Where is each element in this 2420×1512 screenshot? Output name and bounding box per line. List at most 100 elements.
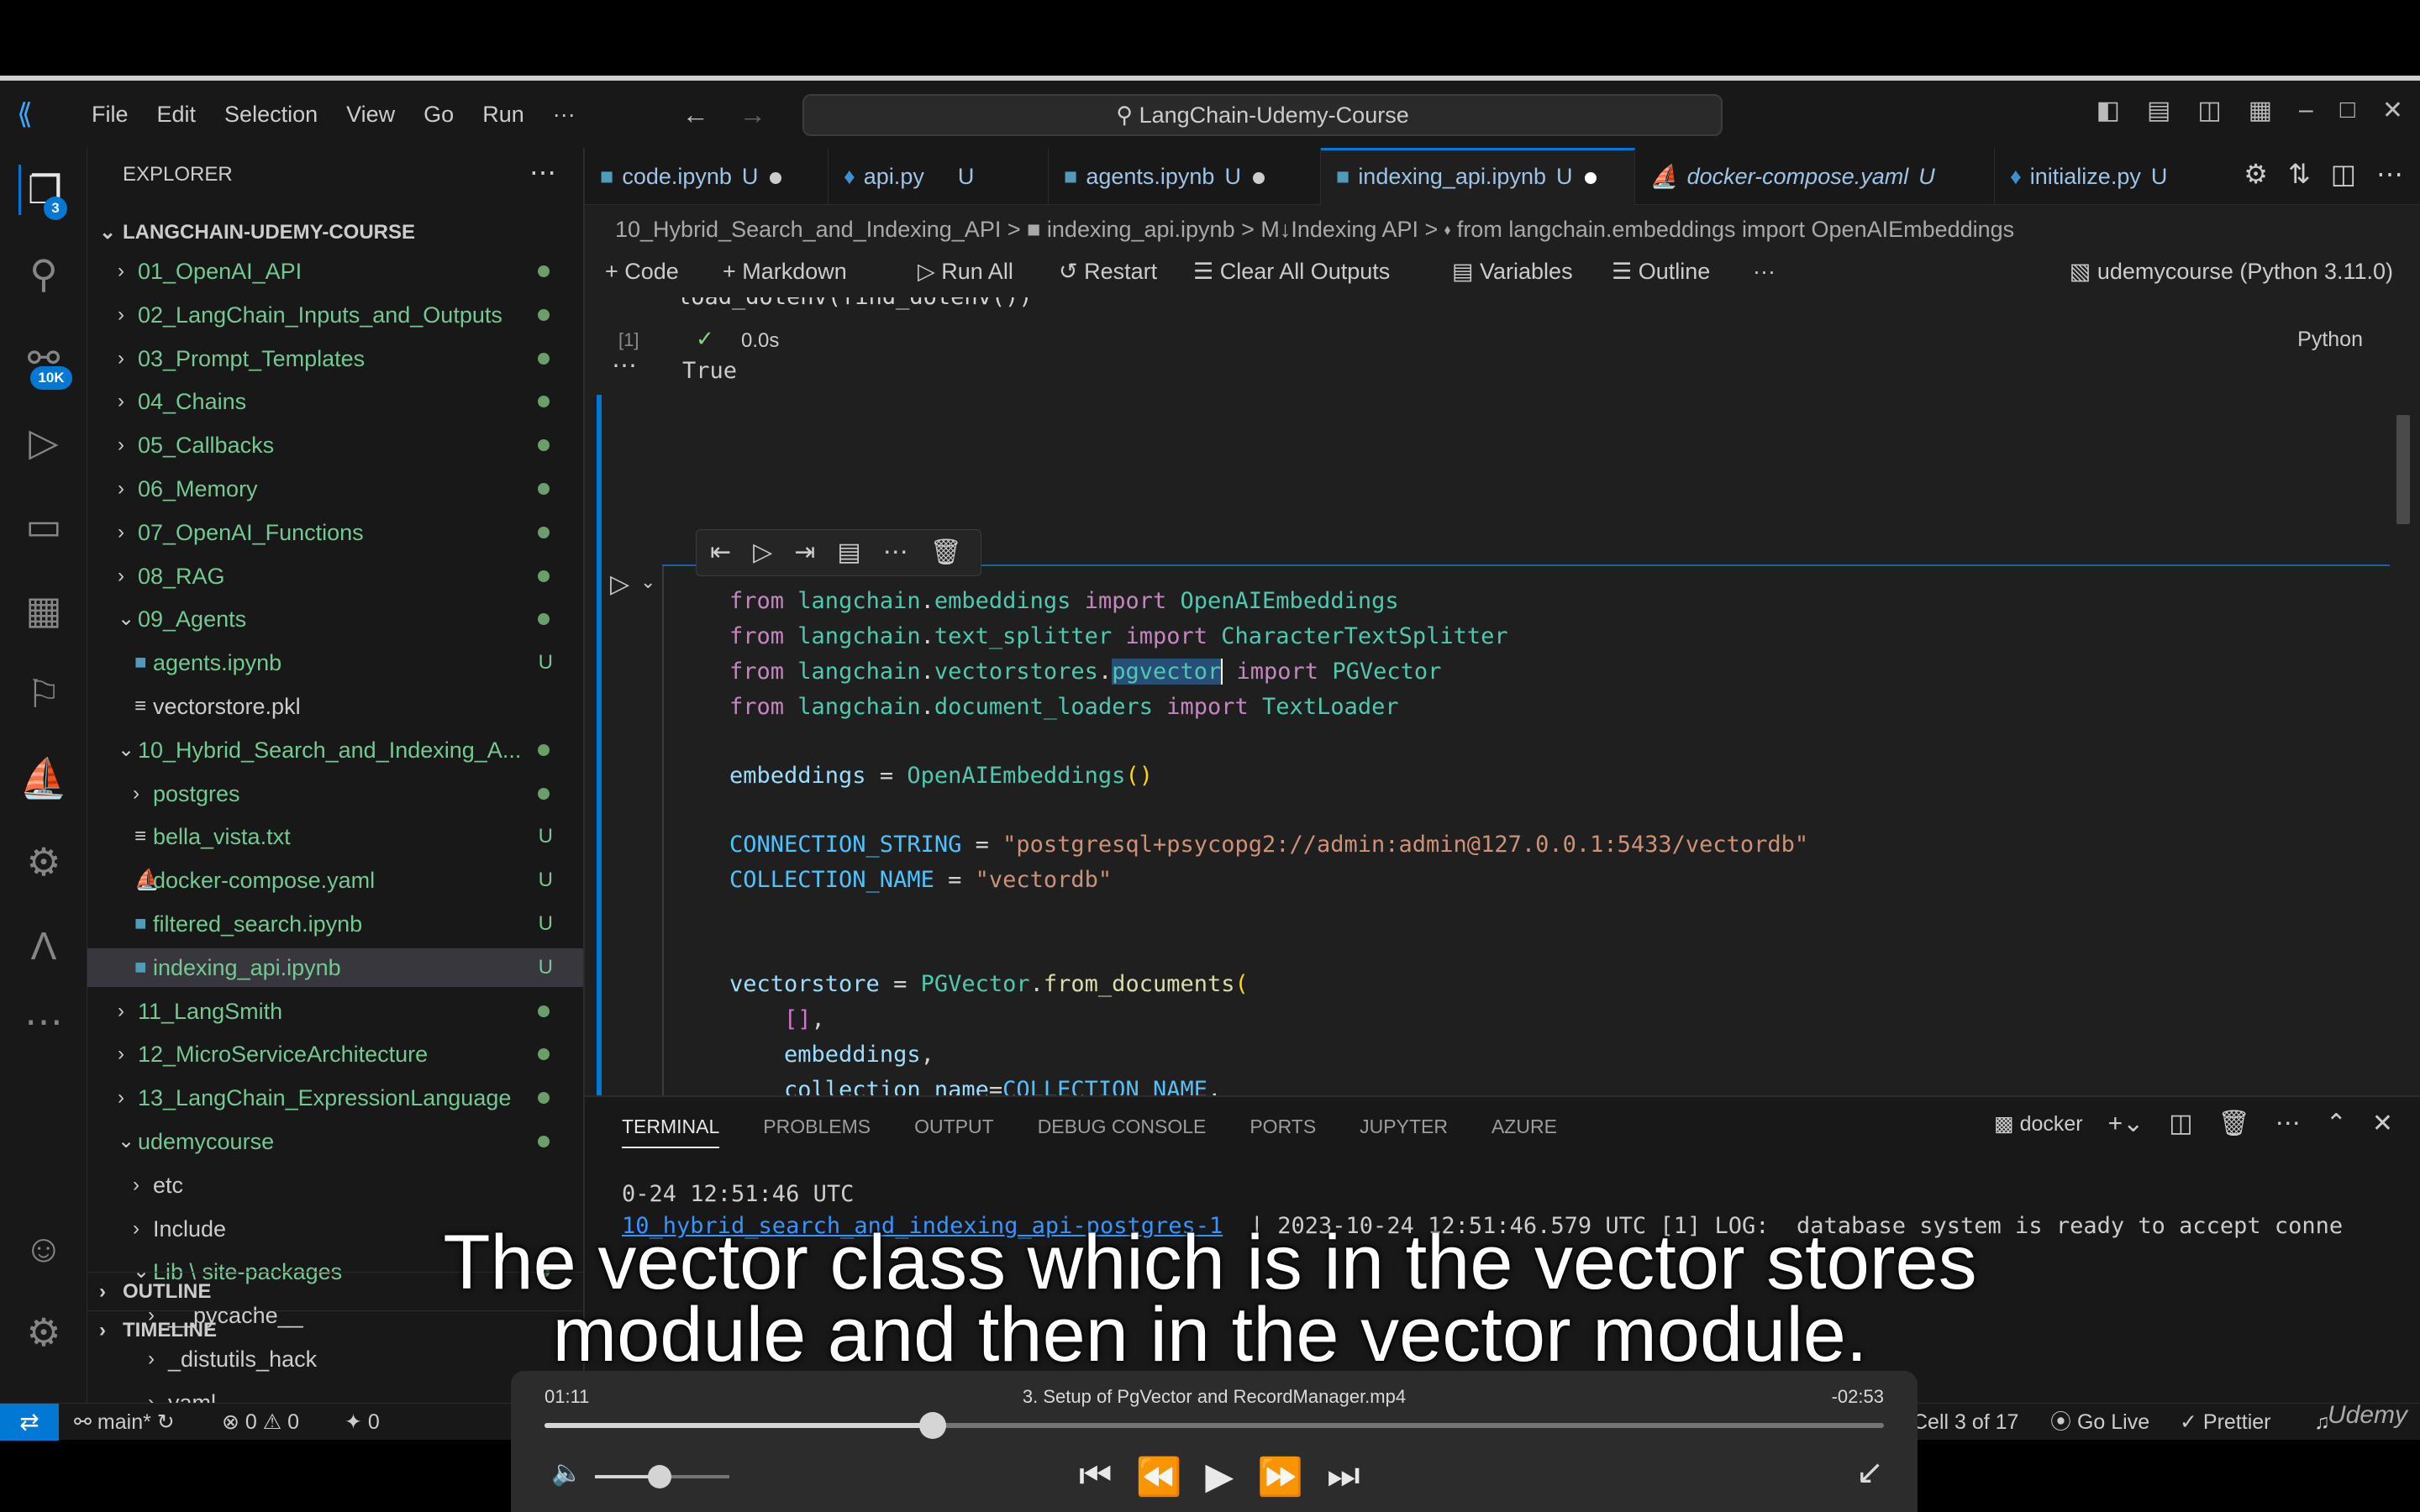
run-cell-toolbar-icon[interactable]: ▷ [753, 530, 772, 575]
more-views-icon[interactable]: ⋯ [18, 996, 69, 1047]
progress-knob[interactable] [919, 1412, 947, 1439]
delete-cell-icon[interactable]: 🗑 [930, 530, 962, 575]
tree-item[interactable]: ≡ vectorstore.pkl [87, 687, 583, 726]
cell-indicator[interactable]: Cell 3 of 17 [1912, 1404, 2018, 1441]
close-window-icon[interactable]: ✕ [2382, 96, 2403, 125]
run-below-icon[interactable]: ⇥ [794, 530, 815, 575]
menu-file[interactable]: File [77, 102, 143, 128]
toggle-sidebar-icon[interactable]: ◧ [2096, 96, 2120, 125]
azure-icon[interactable]: Λ [18, 921, 69, 971]
tree-item[interactable]: ⛵ docker-compose.yaml U [87, 861, 583, 900]
outline-button[interactable]: ☰ Outline [1612, 259, 1710, 285]
workspace-root[interactable]: ⌄ LANGCHAIN-UDEMY-COURSE [87, 213, 583, 252]
search-sidebar-icon[interactable]: ⚲ [18, 249, 69, 299]
toggle-secondary-sidebar-icon[interactable]: ◫ [2197, 96, 2221, 125]
tab-indexing-api-ipynb[interactable]: ■ indexing_api.ipynb U [1321, 148, 1635, 205]
toolbar-more-button[interactable]: ··· [1753, 259, 1776, 285]
skip-previous-icon[interactable]: ⏮ [1079, 1455, 1113, 1499]
tree-item[interactable]: ■ agents.ipynb U [87, 643, 583, 682]
tree-item[interactable]: › 13_LangChain_ExpressionLanguage [87, 1079, 583, 1117]
customize-layout-icon[interactable]: ▦ [2249, 96, 2272, 125]
explorer-more-icon[interactable]: ⋯ [529, 156, 556, 188]
run-cell-icon[interactable]: ▷ [610, 570, 629, 599]
remote-explorer-icon[interactable]: ▭ [18, 501, 69, 551]
new-terminal-icon[interactable]: +⌄ [2108, 1109, 2144, 1139]
tab-agents-ipynb[interactable]: ■ agents.ipynb U [1049, 148, 1321, 205]
output-more-icon[interactable]: ⋯ [612, 351, 637, 381]
kubernetes-icon[interactable]: ⚙ [18, 837, 69, 887]
maximize-panel-icon[interactable]: ⌃ [2326, 1109, 2347, 1139]
tab-initialize-py[interactable]: ♦ initialize.py U [1995, 148, 2205, 205]
tree-item[interactable]: ⌄ 10_Hybrid_Search_and_Indexing_A... [87, 731, 583, 769]
run-debug-icon[interactable]: ▷ [18, 417, 69, 467]
tree-item[interactable]: ⌄ 09_Agents [87, 600, 583, 638]
tab-api-py[interactable]: ♦ api.py U [829, 148, 1049, 205]
testing-icon[interactable]: ⚐ [18, 669, 69, 719]
tab-jupyter[interactable]: JUPYTER [1360, 1116, 1448, 1148]
fast-forward-icon[interactable]: ⏩ [1257, 1455, 1303, 1499]
tree-item[interactable]: › 06_Memory [87, 470, 583, 508]
extensions-icon[interactable]: ▦ [18, 585, 69, 635]
maximize-icon[interactable]: □ [2340, 96, 2355, 125]
run-above-icon[interactable]: ⇤ [710, 530, 731, 575]
more-actions-icon[interactable]: ⋯ [2376, 158, 2403, 190]
tree-item[interactable]: › 11_LangSmith [87, 992, 583, 1031]
rewind-icon[interactable]: ⏪ [1136, 1455, 1182, 1499]
go-live-button[interactable]: ⦿ Go Live [2050, 1404, 2149, 1441]
problems-status[interactable]: ⊗ 0 ⚠ 0 [222, 1404, 299, 1441]
split-editor-icon[interactable]: ◫ [2331, 158, 2356, 190]
menu-view[interactable]: View [332, 102, 409, 128]
tab-problems[interactable]: PROBLEMS [763, 1116, 871, 1148]
branch-status[interactable]: ⚯ main* ↻ [74, 1404, 175, 1441]
split-cell-icon[interactable]: ▤ [837, 530, 860, 575]
tree-item[interactable]: › 04_Chains [87, 382, 583, 421]
settings-gear-icon[interactable]: ⚙ [2244, 158, 2268, 190]
prettier-status[interactable]: ✓ Prettier [2180, 1404, 2271, 1441]
tab-azure[interactable]: AZURE [1491, 1116, 1557, 1148]
tab-debug-console[interactable]: DEBUG CONSOLE [1038, 1116, 1207, 1148]
breadcrumb[interactable]: 10_Hybrid_Search_and_Indexing_API > ■ in… [615, 217, 2014, 244]
restart-kernel-button[interactable]: ↺ Restart [1059, 259, 1157, 285]
compare-changes-icon[interactable]: ⇅ [2288, 158, 2311, 190]
progress-track[interactable] [544, 1412, 1884, 1439]
menu-edit[interactable]: Edit [143, 102, 211, 128]
tab-code-ipynb[interactable]: ■ code.ipynb U [585, 148, 829, 205]
command-center-search[interactable]: ⚲ LangChain-Udemy-Course [802, 94, 1723, 136]
close-panel-icon[interactable]: ✕ [2372, 1109, 2393, 1139]
tree-item[interactable]: › 03_Prompt_Templates [87, 339, 583, 378]
tree-item[interactable]: › 05_Callbacks [87, 426, 583, 465]
tree-item[interactable]: › postgres [87, 774, 583, 813]
forward-arrow-icon[interactable]: → [739, 99, 766, 130]
variables-button[interactable]: ▤ Variables [1452, 259, 1573, 285]
tree-item[interactable]: ■ indexing_api.ipynb U [87, 948, 583, 987]
panel-more-icon[interactable]: ⋯ [2275, 1109, 2301, 1139]
add-markdown-cell-button[interactable]: + Markdown [723, 259, 847, 285]
tree-item[interactable]: ≡ bella_vista.txt U [87, 817, 583, 856]
tree-item[interactable]: › 08_RAG [87, 557, 583, 596]
tree-item[interactable]: ■ filtered_search.ipynb U [87, 905, 583, 943]
run-all-button[interactable]: ▷ Run All [918, 259, 1013, 285]
tree-item[interactable]: › etc [87, 1166, 583, 1205]
tree-item[interactable]: › 02_LangChain_Inputs_and_Outputs [87, 296, 583, 334]
tree-item[interactable]: ⌄ udemycourse [87, 1122, 583, 1161]
volume-slider[interactable] [595, 1465, 729, 1488]
volume-knob[interactable] [647, 1465, 671, 1488]
cell-language[interactable]: Python [2297, 328, 2363, 352]
tree-item[interactable]: › 01_OpenAI_API [87, 252, 583, 291]
tab-terminal[interactable]: TERMINAL [622, 1116, 720, 1148]
tree-item[interactable]: › 12_MicroServiceArchitecture [87, 1035, 583, 1074]
tab-output[interactable]: OUTPUT [914, 1116, 994, 1148]
tab-docker-compose-yaml[interactable]: ⛵ docker-compose.yaml U [1635, 148, 1995, 205]
add-code-cell-button[interactable]: + Code [605, 259, 679, 285]
clear-outputs-button[interactable]: ☰ Clear All Outputs [1193, 259, 1390, 285]
cell-more-icon[interactable]: ⋯ [883, 530, 908, 575]
kernel-picker[interactable]: ▧ udemycourse (Python 3.11.0) [2070, 259, 2393, 285]
split-terminal-icon[interactable]: ◫ [2169, 1109, 2192, 1139]
remote-indicator-icon[interactable]: ⇄ [0, 1404, 59, 1441]
toggle-panel-icon[interactable]: ▤ [2147, 96, 2170, 125]
kill-terminal-icon[interactable]: 🗑 [2218, 1109, 2250, 1139]
tree-item[interactable]: › 07_OpenAI_Functions [87, 513, 583, 552]
docker-icon[interactable]: ⛵ [18, 753, 69, 803]
back-arrow-icon[interactable]: ← [682, 99, 709, 130]
menu-run[interactable]: Run [468, 102, 539, 128]
